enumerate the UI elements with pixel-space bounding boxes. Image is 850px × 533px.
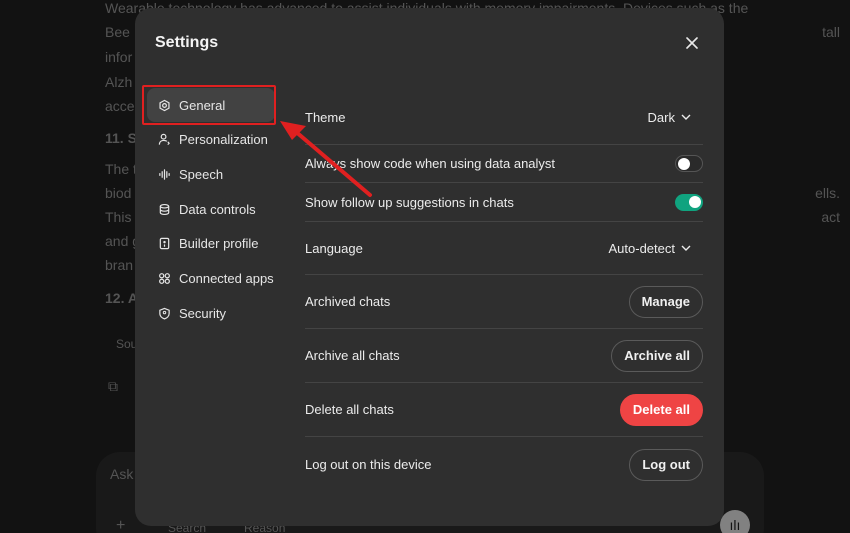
archive-all-button[interactable]: Archive all	[611, 339, 703, 372]
sidebar-item-builder-profile[interactable]: Builder profile	[147, 227, 275, 261]
language-row: Language Auto-detect	[305, 222, 703, 275]
sidebar-item-security[interactable]: Security	[147, 296, 275, 330]
sidebar-item-label: Connected apps	[179, 270, 274, 286]
theme-row: Theme Dark	[305, 90, 703, 145]
sidebar-item-connected-apps[interactable]: Connected apps	[147, 261, 275, 295]
id-card-icon	[157, 237, 171, 251]
follow-up-toggle-label: Show follow up suggestions in chats	[305, 194, 514, 210]
sidebar-item-personalization[interactable]: Personalization	[147, 123, 275, 157]
theme-select[interactable]: Dark	[648, 110, 703, 125]
code-toggle-row: Always show code when using data analyst	[305, 145, 703, 183]
close-icon	[686, 37, 698, 49]
toggle-knob	[678, 158, 690, 170]
database-icon	[157, 202, 171, 216]
code-toggle-switch[interactable]	[675, 155, 703, 172]
sidebar-item-label: Builder profile	[179, 236, 259, 252]
archived-chats-label: Archived chats	[305, 294, 391, 309]
manage-button[interactable]: Manage	[628, 285, 703, 318]
language-value: Auto-detect	[608, 240, 676, 256]
follow-up-toggle-switch[interactable]	[675, 193, 703, 211]
apps-icon	[157, 271, 171, 285]
waveform-icon	[157, 167, 171, 181]
sidebar-item-speech[interactable]: Speech	[147, 157, 275, 191]
settings-panel-general: Theme Dark Always show code when using d…	[305, 90, 703, 492]
archive-all-row: Archive all chats Archive all	[305, 329, 703, 383]
sidebar-item-label: Data controls	[179, 201, 256, 217]
delete-all-label: Delete all chats	[305, 402, 394, 417]
logout-button[interactable]: Log out	[629, 448, 703, 481]
logout-row: Log out on this device Log out	[305, 437, 703, 492]
dialog-title: Settings	[155, 34, 219, 51]
archive-all-label: Archive all chats	[305, 348, 400, 363]
theme-label: Theme	[305, 109, 346, 125]
sidebar-item-label: Personalization	[179, 132, 268, 148]
close-button[interactable]	[682, 33, 702, 53]
language-select[interactable]: Auto-detect	[609, 241, 704, 256]
chevron-down-icon	[681, 114, 691, 120]
logout-label: Log out on this device	[305, 457, 432, 472]
sidebar-item-label: Speech	[179, 166, 224, 182]
person-icon	[157, 133, 171, 147]
archived-chats-row: Archived chats Manage	[305, 275, 703, 329]
sidebar-item-data-controls[interactable]: Data controls	[147, 192, 275, 226]
delete-all-row: Delete all chats Delete all	[305, 383, 703, 437]
toggle-knob	[689, 196, 701, 208]
delete-all-button[interactable]: Delete all	[619, 393, 703, 426]
theme-value: Dark	[647, 109, 675, 125]
follow-up-toggle-row: Show follow up suggestions in chats	[305, 183, 703, 222]
annotation-highlight-box	[142, 85, 276, 125]
code-toggle-label: Always show code when using data analyst	[305, 156, 556, 171]
language-label: Language	[305, 240, 363, 256]
shield-icon	[157, 306, 171, 320]
chevron-down-icon	[681, 245, 691, 251]
sidebar-item-label: Security	[179, 305, 226, 321]
